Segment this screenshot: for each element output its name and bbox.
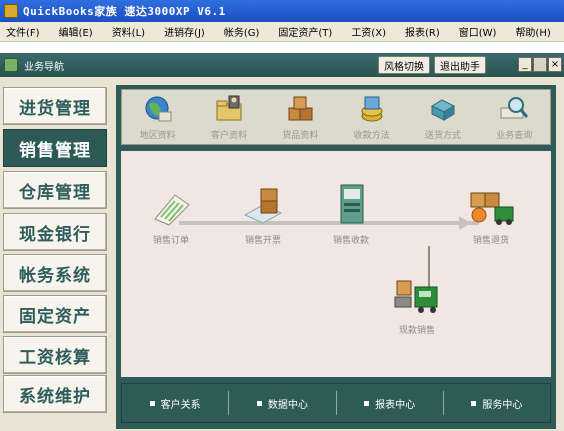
menu-fixed-assets[interactable]: 固定资产(T) [278, 24, 332, 39]
bullet-icon [364, 400, 370, 406]
coins-icon [356, 94, 388, 124]
flow-arrow [179, 221, 479, 225]
sidebar-item-fixed-assets[interactable]: 固定资产 [3, 295, 107, 333]
bottom-label: 数据中心 [267, 399, 308, 411]
menu-data[interactable]: 资料(L) [112, 24, 145, 39]
title-bar: QuickBooks家族 速达3000XP V6.1 [0, 0, 564, 22]
menu-reports[interactable]: 报表(R) [405, 24, 440, 39]
bullet-icon [149, 400, 155, 406]
bottom-customer-relations[interactable]: 客户关系 [122, 391, 228, 415]
bottom-label: 客户关系 [160, 399, 201, 411]
menu-inventory[interactable]: 进销存(J) [164, 24, 205, 39]
main-area: 进货管理 销售管理 仓库管理 现金银行 帐务系统 固定资产 工资核算 系统维护 … [0, 77, 564, 431]
flow-label-cash-sales: 现款销售 [398, 326, 435, 336]
menu-bar: 文件(F) 编辑(E) 资料(L) 进销存(J) 帐务(G) 固定资产(T) 工… [0, 22, 564, 42]
flow-node-sales-invoice[interactable]: 销售开票 [241, 185, 285, 246]
style-switch-button[interactable]: 风格切换 [378, 56, 430, 74]
tool-label: 收款方法 [353, 131, 390, 141]
restore-button[interactable] [533, 57, 547, 72]
menu-help[interactable]: 帮助(H) [515, 24, 550, 39]
tool-region[interactable]: 地区资料 [126, 94, 190, 141]
cash-sales-icon [394, 280, 438, 313]
tool-label: 地区资料 [139, 131, 176, 141]
tool-delivery[interactable]: 送货方式 [411, 94, 475, 141]
tool-customer[interactable]: 客户资料 [197, 94, 261, 141]
tool-payment-method[interactable]: 收款方法 [340, 94, 404, 141]
return-goods-icon [470, 192, 514, 225]
bottom-data-center[interactable]: 数据中心 [228, 391, 335, 415]
order-form-icon [154, 194, 190, 226]
app-icon [4, 4, 18, 18]
magnifier-icon [498, 94, 530, 124]
sidebar-item-purchase[interactable]: 进货管理 [3, 87, 107, 125]
exit-assistant-button[interactable]: 退出助手 [434, 56, 486, 74]
nav-title-bar: 业务导航 风格切换 退出助手 _ × [0, 53, 564, 77]
flow-label-sales-invoice: 销售开票 [244, 236, 281, 246]
boxes-icon [284, 94, 316, 124]
menu-payroll[interactable]: 工资(X) [351, 24, 386, 39]
bullet-icon [256, 400, 262, 406]
tool-goods[interactable]: 货品资料 [268, 94, 332, 141]
flow-label-sales-return: 销售退货 [472, 236, 509, 246]
invoice-icon [243, 188, 283, 224]
flow-node-sales-return[interactable]: 销售退货 [467, 187, 515, 246]
toolbar: 地区资料 客户资料 货品资料 收款方法 送货方式 业务查询 [121, 89, 551, 145]
tool-label: 送货方式 [424, 131, 461, 141]
bullet-icon [471, 400, 477, 406]
content-panel: 地区资料 客户资料 货品资料 收款方法 送货方式 业务查询 销售订单 销售开票 … [116, 85, 556, 429]
bottom-service-center[interactable]: 服务中心 [442, 391, 550, 415]
menu-file[interactable]: 文件(F) [6, 24, 40, 39]
tool-label: 货品资料 [282, 131, 319, 141]
flow-label-sales-order: 销售订单 [152, 236, 189, 246]
delivery-icon [427, 94, 459, 124]
sidebar-item-accounting[interactable]: 帐务系统 [3, 254, 107, 292]
menu-edit[interactable]: 编辑(E) [59, 24, 93, 39]
globe-icon [142, 94, 174, 124]
bottom-bar: 客户关系 数据中心 报表中心 服务中心 [121, 383, 551, 423]
flow-node-cash-sales[interactable]: 现款销售 [391, 277, 443, 336]
minimize-button[interactable]: _ [518, 57, 532, 72]
nav-title: 业务导航 [24, 61, 64, 73]
tool-label: 业务查询 [496, 131, 533, 141]
sidebar-item-payroll[interactable]: 工资核算 [3, 336, 107, 374]
sidebar-item-sales[interactable]: 销售管理 [3, 129, 107, 167]
menu-accounts[interactable]: 帐务(G) [224, 24, 260, 39]
customer-folder-icon [213, 94, 245, 124]
sidebar-item-maintenance[interactable]: 系统维护 [3, 375, 107, 413]
tool-query[interactable]: 业务查询 [482, 94, 546, 141]
bottom-report-center[interactable]: 报表中心 [335, 391, 443, 415]
close-button[interactable]: × [548, 57, 562, 72]
window-title: QuickBooks家族 速达3000XP V6.1 [23, 5, 226, 18]
flow-node-sales-order[interactable]: 销售订单 [151, 191, 191, 246]
tool-label: 客户资料 [210, 131, 247, 141]
flow-label-sales-receipt: 销售收款 [332, 236, 369, 246]
menu-window[interactable]: 窗口(W) [459, 24, 497, 39]
nav-icon [4, 58, 18, 72]
sidebar-item-warehouse[interactable]: 仓库管理 [3, 171, 107, 209]
sales-flow-panel: 销售订单 销售开票 销售收款 销售退货 现款销售 [121, 151, 551, 377]
bottom-label: 报表中心 [375, 399, 416, 411]
sidebar-item-cash-bank[interactable]: 现金银行 [3, 213, 107, 251]
flow-node-sales-receipt[interactable]: 销售收款 [331, 183, 371, 246]
bottom-label: 服务中心 [482, 399, 523, 411]
cash-register-icon [340, 184, 364, 224]
